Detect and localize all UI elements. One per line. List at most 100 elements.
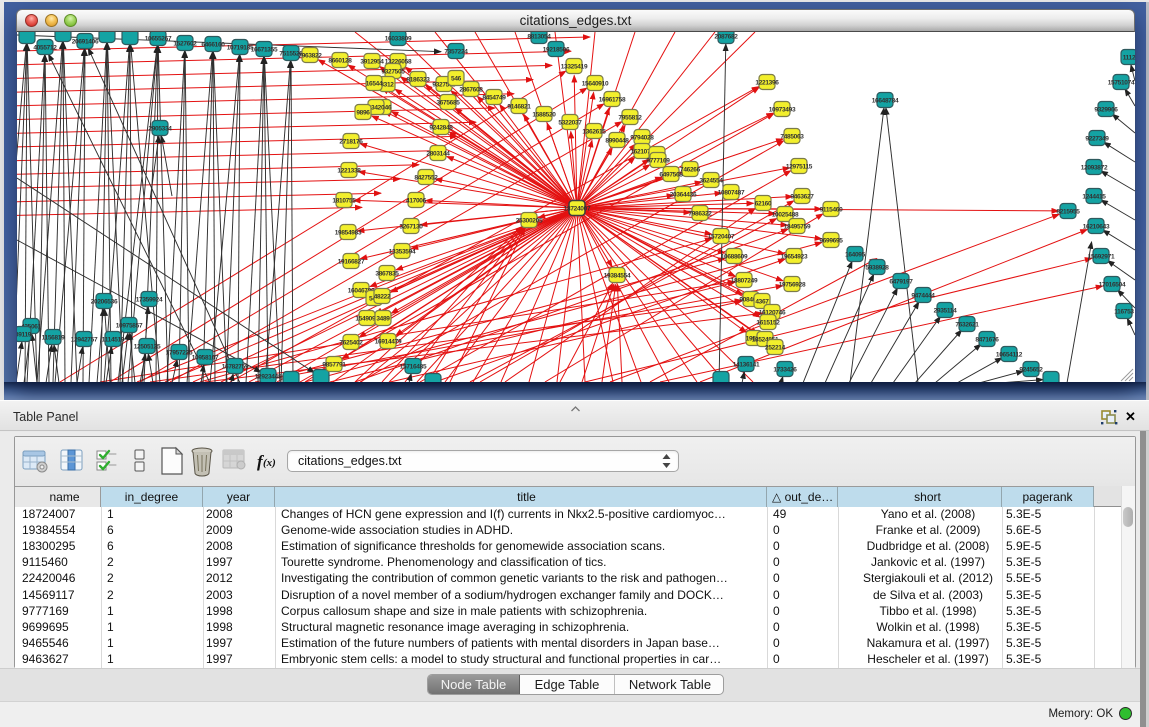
svg-text:164095: 164095	[845, 251, 866, 258]
svg-text:3624554: 3624554	[699, 177, 723, 184]
svg-text:13325419: 13325419	[561, 63, 588, 70]
svg-text:252214: 252214	[765, 344, 786, 351]
svg-text:1221338: 1221338	[337, 167, 361, 174]
svg-text:12942757: 12942757	[71, 336, 98, 343]
svg-text:16648784: 16648784	[872, 97, 899, 104]
svg-text:3267130: 3267130	[399, 223, 423, 230]
svg-text:9242848: 9242848	[429, 124, 453, 131]
svg-text:2718176: 2718176	[339, 138, 363, 145]
svg-text:2935114: 2935114	[934, 307, 958, 314]
svg-text:10654112: 10654112	[996, 351, 1023, 358]
svg-text:10975857: 10975857	[116, 322, 143, 329]
svg-text:19384554: 19384554	[604, 272, 631, 279]
svg-text:1156819: 1156819	[42, 334, 66, 341]
svg-text:1615152: 1615152	[756, 319, 780, 326]
svg-text:10688609: 10688609	[721, 253, 748, 260]
svg-text:10807487: 10807487	[718, 189, 745, 196]
svg-text:62160: 62160	[755, 200, 772, 207]
svg-text:1244415: 1244415	[1082, 193, 1106, 200]
svg-text:9146821: 9146821	[507, 103, 531, 110]
svg-text:2905334: 2905334	[148, 125, 172, 132]
svg-text:9329966: 9329966	[1094, 106, 1118, 113]
svg-text:8990448: 8990448	[605, 137, 629, 144]
svg-text:16544: 16544	[366, 80, 383, 87]
svg-text:25300205: 25300205	[516, 217, 543, 224]
svg-text:16782759: 16782759	[222, 363, 249, 370]
svg-text:7485063: 7485063	[780, 133, 804, 140]
svg-text:4055712: 4055712	[33, 44, 57, 51]
svg-text:16033809: 16033809	[385, 35, 412, 42]
svg-text:16914479: 16914479	[375, 338, 402, 345]
svg-text:1362615: 1362615	[582, 128, 606, 135]
svg-text:2087682: 2087682	[714, 33, 738, 40]
svg-text:8215955: 8215955	[1056, 208, 1080, 215]
svg-text:1588520: 1588520	[532, 111, 556, 118]
svg-text:9327505: 9327505	[381, 68, 405, 75]
svg-text:17957225: 17957225	[166, 349, 193, 356]
svg-text:7963822: 7963822	[298, 52, 322, 59]
svg-text:2867608: 2867608	[459, 86, 483, 93]
svg-text:6497568: 6497568	[659, 171, 683, 178]
svg-text:8813054: 8813054	[527, 33, 551, 40]
svg-text:9115460: 9115460	[820, 206, 844, 213]
svg-text:8660128: 8660128	[328, 57, 352, 64]
svg-text:39119: 39119	[17, 331, 32, 338]
svg-text:15720407: 15720407	[708, 233, 735, 240]
svg-text:1733426: 1733426	[773, 366, 797, 373]
svg-text:12975115: 12975115	[786, 163, 813, 170]
svg-text:18724007: 18724007	[564, 205, 591, 212]
svg-text:9245652: 9245652	[1019, 366, 1043, 373]
svg-text:20364436: 20364436	[670, 191, 697, 198]
svg-text:15692971: 15692971	[1088, 253, 1115, 260]
svg-text:546: 546	[451, 75, 462, 82]
svg-text:12093872: 12093872	[1081, 164, 1108, 171]
svg-text:746266: 746266	[680, 166, 701, 173]
svg-text:6479197: 6479197	[889, 278, 913, 285]
svg-text:1810755: 1810755	[332, 197, 356, 204]
svg-text:9474444: 9474444	[911, 292, 935, 299]
svg-text:3489: 3489	[376, 315, 390, 322]
svg-text:14136141: 14136141	[733, 361, 760, 368]
svg-text:1112: 1112	[1123, 54, 1135, 61]
svg-text:19854983: 19854983	[335, 229, 362, 236]
svg-text:16671355: 16671355	[251, 46, 278, 53]
svg-text:18807249: 18807249	[731, 277, 758, 284]
svg-text:9777169: 9777169	[646, 157, 670, 164]
svg-text:19218506: 19218506	[543, 46, 570, 53]
svg-text:13353594: 13353594	[389, 248, 416, 255]
svg-text:15640910: 15640910	[582, 80, 609, 87]
svg-text:17359924: 17359924	[136, 296, 163, 303]
svg-text:16961758: 16961758	[599, 96, 626, 103]
svg-text:10025488: 10025488	[772, 211, 799, 218]
svg-text:20206536: 20206536	[91, 298, 118, 305]
svg-text:1221396: 1221396	[755, 79, 779, 86]
svg-text:9794028: 9794028	[630, 134, 654, 141]
svg-text:3675685: 3675685	[436, 99, 460, 106]
svg-text:19166827: 19166827	[338, 258, 365, 265]
svg-text:8471676: 8471676	[975, 336, 999, 343]
svg-text:(x): (x)	[263, 457, 276, 469]
svg-text:5322037: 5322037	[558, 119, 582, 126]
svg-text:9699695: 9699695	[819, 237, 843, 244]
svg-text:19756928: 19756928	[779, 281, 806, 288]
svg-text:1527602: 1527602	[173, 40, 197, 47]
svg-text:7955812: 7955812	[618, 114, 642, 121]
svg-text:10973493: 10973493	[769, 106, 796, 113]
svg-text:5938928: 5938928	[865, 264, 889, 271]
svg-text:7357224: 7357224	[444, 48, 468, 55]
svg-text:15751074: 15751074	[1108, 79, 1135, 86]
svg-text:10655267: 10655267	[145, 35, 172, 42]
svg-text:10958107: 10958107	[192, 354, 219, 361]
svg-text:16210643: 16210643	[1083, 223, 1110, 230]
svg-text:17016504: 17016504	[1099, 281, 1126, 288]
svg-text:9857791: 9857791	[322, 361, 346, 368]
svg-text:1114519: 1114519	[102, 336, 125, 343]
svg-text:6466160: 6466160	[201, 41, 225, 48]
svg-text:8427552: 8427552	[414, 174, 438, 181]
svg-text:2803144: 2803144	[426, 150, 450, 157]
svg-text:20691406: 20691406	[72, 38, 99, 45]
svg-text:116753: 116753	[1114, 308, 1134, 315]
svg-text:9227349: 9227349	[1085, 135, 1109, 142]
svg-text:9463627: 9463627	[790, 193, 814, 200]
svg-text:7632621: 7632621	[955, 321, 979, 328]
